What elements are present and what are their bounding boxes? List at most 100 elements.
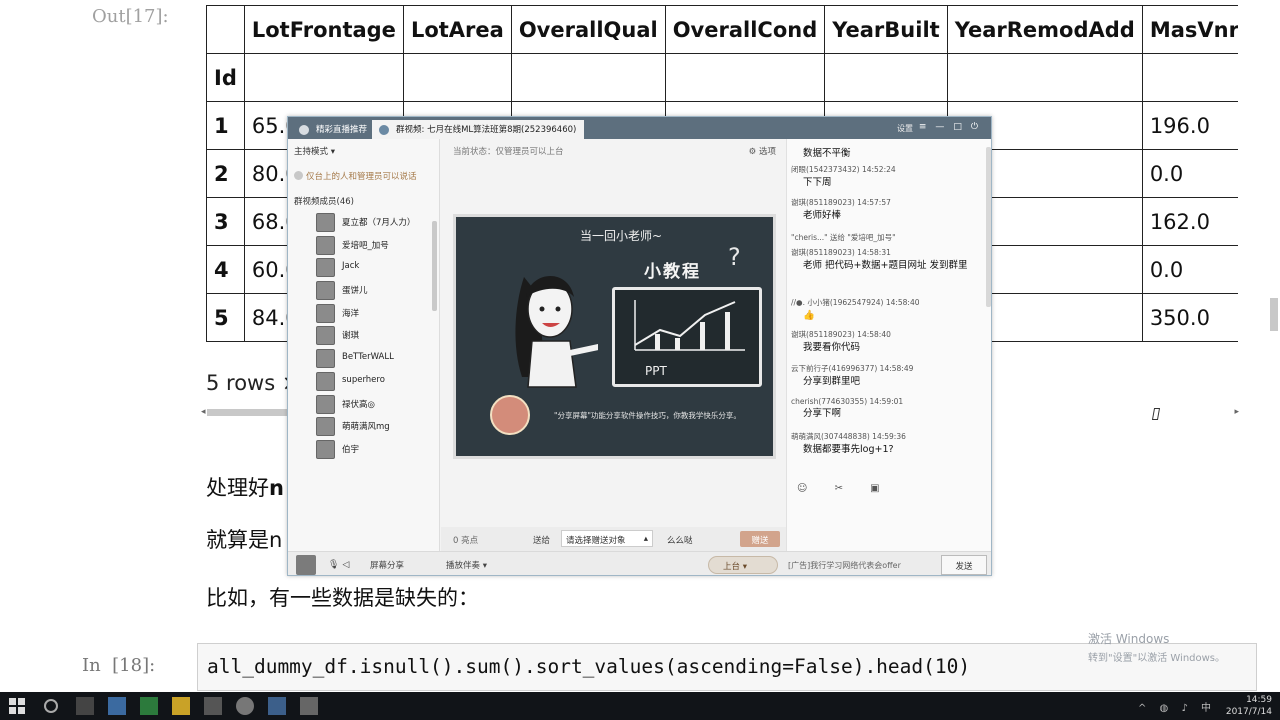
column-header: YearRemodAdd (946, 5, 1143, 54)
chat-text: 数据都要事先log+1? (803, 444, 894, 455)
member-item[interactable]: 爱培吧_加号 (312, 234, 437, 257)
speaker-icon[interactable]: ◁ (342, 560, 349, 570)
host-mode-dropdown[interactable]: 主持模式 ▾ (294, 145, 335, 157)
chat-scrollbar[interactable] (986, 147, 991, 307)
minimize-icon[interactable]: — (935, 122, 953, 132)
gift-button[interactable]: 赠送 (740, 531, 780, 547)
app-icon[interactable] (108, 697, 126, 715)
watermark-title: 激活 Windows (1088, 632, 1170, 646)
table-cell (402, 53, 512, 102)
video-title: 小教程 (644, 262, 701, 282)
hint-text: 仅台上的人和管理员可以说话 (306, 172, 417, 182)
chat-message: 闭眼(1542373432) 14:52:24 下下周 (791, 164, 987, 191)
member-name: 禄伏高◎ (342, 399, 375, 410)
task-view-icon[interactable] (76, 697, 94, 715)
avatar (316, 371, 335, 391)
members-header: 群视频成员(46) (294, 197, 354, 207)
go-on-stage-button[interactable]: 上台 ▾ (708, 556, 778, 574)
app-icon[interactable] (300, 697, 318, 715)
gift-item[interactable]: 么么哒 (667, 534, 693, 546)
member-item[interactable]: 谢琪 (312, 324, 437, 347)
chat-message: 云下前行子(416996377) 14:58:49 分享到群里吧 (791, 363, 987, 390)
ppt-label: PPT (645, 364, 667, 378)
options-button[interactable]: ⚙ 选项 (749, 145, 776, 157)
rising-chart-icon (634, 300, 745, 351)
column-header: YearBuilt (824, 5, 948, 54)
app-icon[interactable] (204, 697, 222, 715)
chat-text: 分享到群里吧 (803, 376, 861, 387)
member-name: 爱培吧_加号 (342, 240, 389, 251)
clock[interactable]: 14:59 2017/7/14 (1212, 694, 1272, 718)
video-banner: "分享屏幕"功能分享软件操作技巧，你教我学快乐分享。 (554, 411, 741, 420)
member-item[interactable]: 蛋饼儿 (312, 279, 437, 302)
teacher-illustration (515, 275, 598, 388)
maximize-icon[interactable]: □ (953, 122, 971, 132)
member-item[interactable]: Jack (312, 256, 437, 279)
app-icon[interactable] (140, 697, 158, 715)
tab-label: 精彩直播推荐 (316, 125, 368, 135)
member-item[interactable]: 伯宇 (312, 438, 437, 461)
start-button[interactable] (8, 697, 26, 715)
member-name: 蛋饼儿 (342, 286, 368, 297)
column-header: LotFrontage (243, 5, 404, 54)
ad-text[interactable]: [广告]我行学习网络代表会offer (788, 560, 901, 571)
play-accompaniment-button[interactable]: 播放伴奏 ▾ (446, 559, 487, 571)
app-icon[interactable] (268, 697, 286, 715)
chat-message: 谢琪(851189023) 14:58:31 老师 把代码+数据+题目网址 发到群… (791, 247, 987, 274)
chat-toolbar[interactable]: ☺ ✂ ▣ (797, 483, 892, 494)
chat-sender: 谢琪(851189023) 14:58:31 (791, 248, 891, 257)
audio-controls[interactable]: 🎙 ◁ (328, 560, 349, 570)
tab-live-recommend[interactable]: 精彩直播推荐 (292, 120, 375, 139)
member-item[interactable]: 禄伏高◎ (312, 393, 437, 416)
input-prompt: In [18]: (82, 655, 156, 676)
menu-icon[interactable]: ≡ (919, 122, 936, 132)
browser-icon[interactable] (236, 697, 254, 715)
close-icon[interactable]: ⏻ (971, 122, 987, 132)
system-tray[interactable]: ^ ◍ ♪ 中 (1138, 699, 1216, 714)
send-button[interactable]: 发送 (941, 555, 987, 575)
watermark-subtitle: 转到"设置"以激活 Windows。 (1088, 653, 1226, 664)
member-item[interactable]: 海洋 (312, 302, 437, 325)
code-text[interactable]: all_dummy_df.isnull().sum().sort_values(… (207, 655, 970, 678)
table-cell (243, 53, 404, 102)
index-header-blank (206, 5, 245, 54)
member-item[interactable]: BeTTerWALL (312, 347, 437, 370)
settings-button[interactable]: 设置 (897, 123, 913, 134)
gift-target-select[interactable]: 请选择赠送对象 ▴ (561, 530, 653, 547)
member-item[interactable]: superhero (312, 370, 437, 393)
avatar (316, 258, 335, 278)
folder-icon[interactable] (172, 697, 190, 715)
video-bubble-text: 当一回小老师~ (580, 229, 663, 243)
row-index: 3 (206, 197, 245, 246)
shared-screen-video[interactable]: 当一回小老师~ 小教程 ? PPT "分享屏幕"功能分享软件操作技巧，你教我学快… (453, 214, 776, 459)
markdown-bold: n (269, 476, 284, 500)
output-clip (1238, 0, 1280, 345)
chat-sender: 谢琪(851189023) 14:58:40 (791, 330, 891, 339)
tab-group-video[interactable]: 群视频: 七月在线ML算法班第8期(252396460) (372, 120, 585, 139)
screen: Out[17]: LotFrontage LotArea OverallQual… (0, 0, 1280, 720)
member-item[interactable]: 萌萌满风mg (312, 415, 437, 438)
scroll-left-icon[interactable]: ◂ (201, 407, 206, 417)
mouse-cursor-icon (1151, 408, 1161, 420)
highlight-count: 0 亮点 (453, 536, 479, 546)
index-name-row: Id (206, 53, 1280, 102)
qq-title-bar: 精彩直播推荐 群视频: 七月在线ML算法班第8期(252396460) 设置 ≡… (288, 117, 991, 139)
row-index: 5 (206, 293, 245, 342)
mic-icon[interactable]: 🎙 (328, 560, 339, 570)
page-scrollbar-thumb[interactable] (1270, 298, 1278, 331)
scroll-right-icon[interactable]: ▸ (1234, 407, 1239, 417)
member-name: superhero (342, 374, 385, 385)
member-item[interactable]: 夏立都（7月人力） (312, 211, 437, 234)
avatar (316, 349, 335, 369)
row-index: 2 (206, 149, 245, 198)
member-list-scrollbar[interactable] (432, 221, 437, 311)
qq-footer-bar: 🎙 ◁ 屏幕分享 播放伴奏 ▾ 上台 ▾ [广告]我行学习网络代表会offer … (288, 551, 991, 575)
index-name: Id (206, 53, 245, 102)
member-name: 夏立都（7月人力） (342, 218, 416, 228)
markdown-line-1: 处理好n (206, 472, 284, 502)
live-icon (299, 125, 309, 135)
search-icon[interactable] (44, 699, 58, 713)
window-controls[interactable]: ≡—□⏻ (919, 122, 987, 132)
screen-share-button[interactable]: 屏幕分享 (370, 559, 404, 571)
row-index: 1 (206, 101, 245, 150)
